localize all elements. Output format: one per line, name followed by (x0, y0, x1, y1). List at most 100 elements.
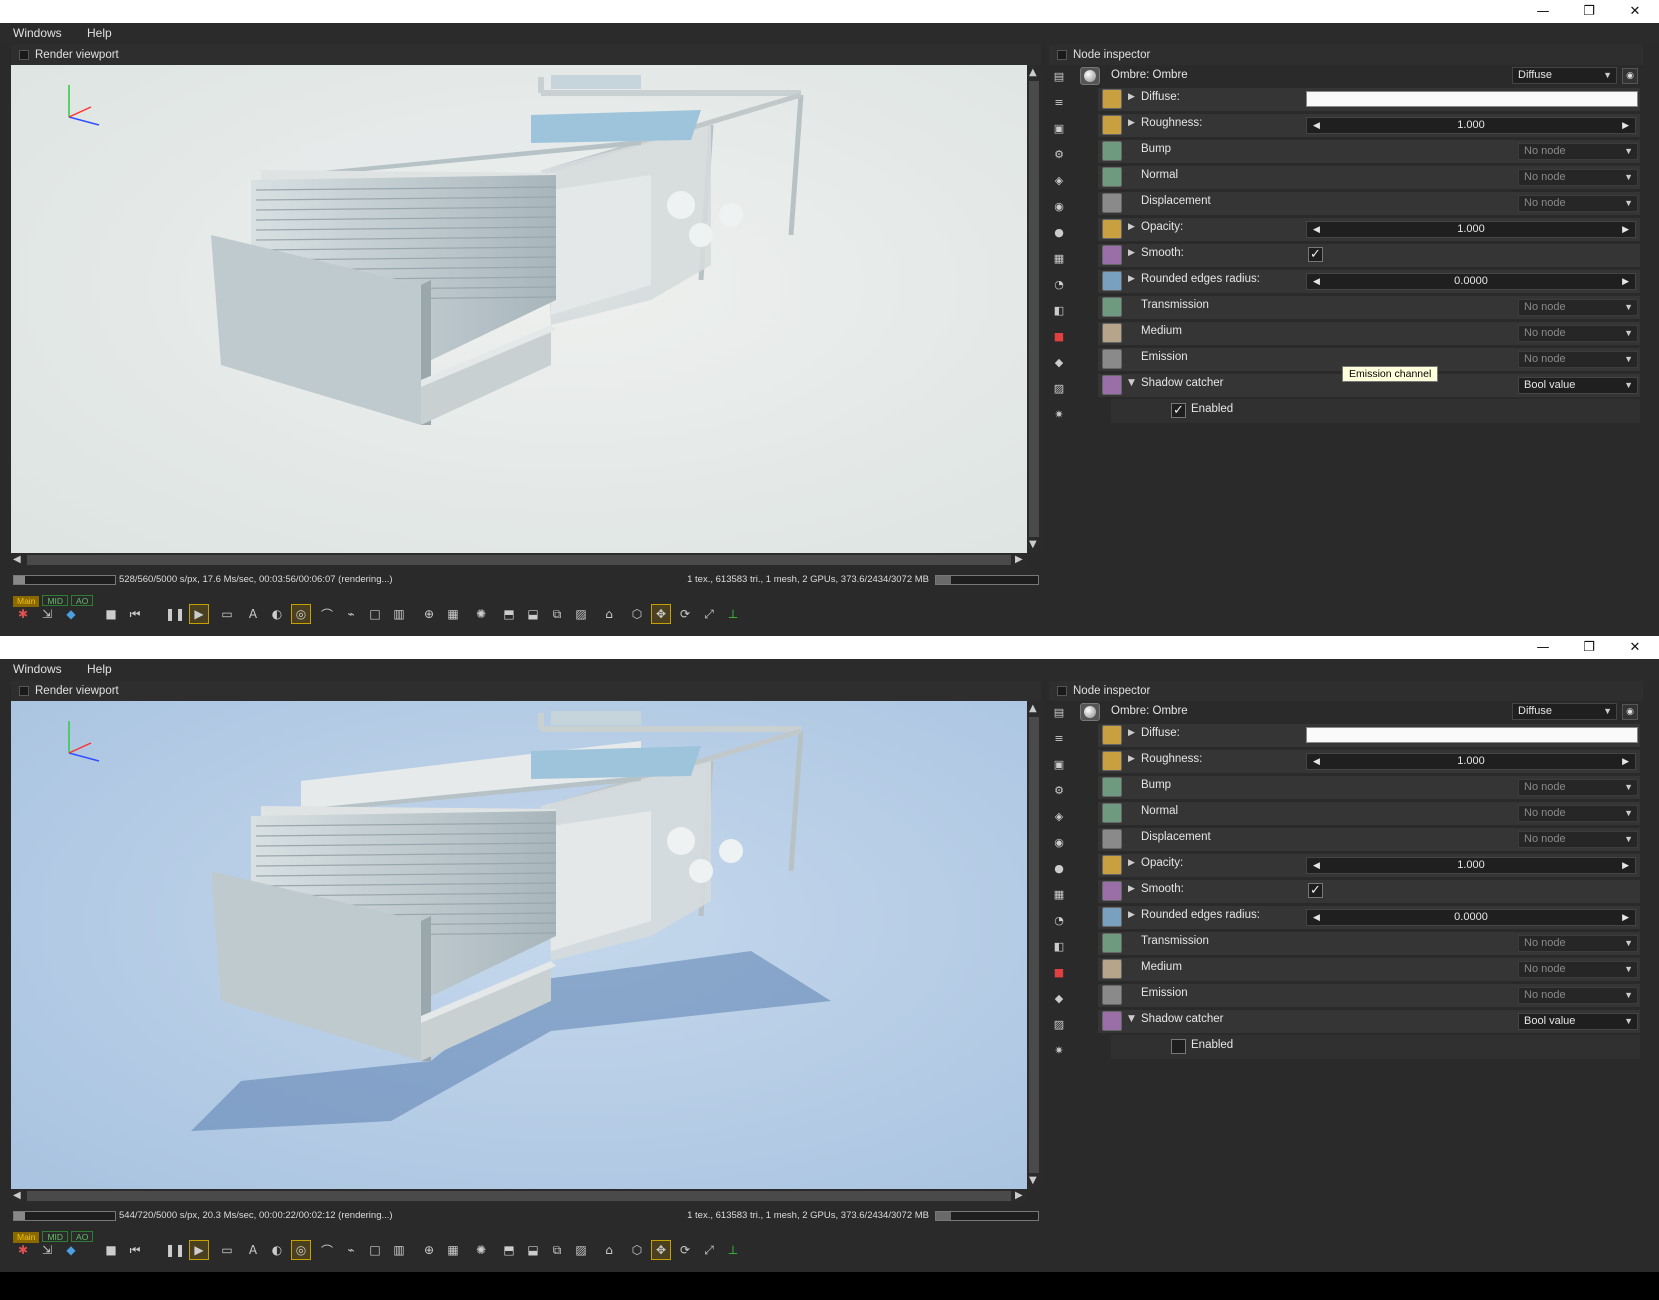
expand-right-icon[interactable]: ▶ (1128, 92, 1135, 102)
value-slider[interactable]: ◀ 0.0000 ▶ (1306, 909, 1636, 926)
pin-type-icon[interactable] (1102, 907, 1122, 927)
layers-icon[interactable]: ◆ (1051, 354, 1067, 370)
value-slider[interactable]: ◀ 0.0000 ▶ (1306, 273, 1636, 290)
pin-medium[interactable]: Medium No node ▼ (1098, 321, 1640, 345)
pin-bump[interactable]: Bump No node ▼ (1098, 139, 1640, 163)
focus-icon[interactable]: ◎ (291, 604, 311, 624)
image-icon[interactable]: ▣ (1051, 120, 1067, 136)
list-icon[interactable]: ≡ (1051, 730, 1067, 746)
increment-icon[interactable]: ▶ (1622, 274, 1629, 289)
node-type-select[interactable]: Diffuse ▼ (1512, 703, 1617, 720)
pin-type-icon[interactable] (1102, 985, 1122, 1005)
scroll-up-icon[interactable]: ▲ (1029, 703, 1037, 714)
node-type-select[interactable]: Diffuse ▼ (1512, 67, 1617, 84)
render-viewport[interactable] (11, 65, 1027, 553)
pin-displacement[interactable]: Displacement No node ▼ (1098, 827, 1640, 851)
render-region-icon[interactable]: ▦ (443, 1240, 463, 1260)
pin-type-icon[interactable] (1102, 245, 1122, 265)
fit-icon[interactable]: ⤢ (699, 604, 719, 624)
expand-down-icon[interactable]: ▼ (1128, 1014, 1135, 1024)
pin-opacity[interactable]: ▶ Opacity: ◀ 1.000 ▶ (1098, 853, 1640, 877)
pin-type-icon[interactable] (1102, 959, 1122, 979)
scroll-down-icon[interactable]: ▼ (1029, 1175, 1037, 1186)
image-icon[interactable]: ▣ (1051, 756, 1067, 772)
expand-right-icon[interactable]: ▶ (1128, 248, 1135, 258)
rotate-icon[interactable]: ⟳ (675, 604, 695, 624)
geometry-icon[interactable]: ◧ (1051, 938, 1067, 954)
zoom-icon[interactable]: ⊕ (419, 1240, 439, 1260)
pin-type-icon[interactable] (1102, 803, 1122, 823)
viewport-vertical-scrollbar[interactable]: ▲ ▼ (1027, 701, 1041, 1189)
pin-type-icon[interactable] (1102, 829, 1122, 849)
pin-type-icon[interactable] (1102, 167, 1122, 187)
environment-icon[interactable]: ◈ (1051, 808, 1067, 824)
menu-help[interactable]: Help (87, 26, 112, 40)
pin-bump[interactable]: Bump No node ▼ (1098, 775, 1640, 799)
pin-diffuse[interactable]: ▶ Diffuse: (1098, 723, 1640, 747)
close-button[interactable]: ✕ (1612, 636, 1658, 659)
film-icon[interactable]: ▥ (389, 1240, 409, 1260)
menu-windows[interactable]: Windows (13, 26, 62, 40)
copy-icon[interactable]: ⧉ (547, 1240, 567, 1260)
viewport-horizontal-scrollbar[interactable]: ◀ ▶ (11, 1189, 1027, 1203)
decrement-icon[interactable]: ◀ (1313, 910, 1320, 925)
kernel-icon[interactable]: ▦ (1051, 886, 1067, 902)
environment-icon[interactable]: ◈ (1051, 172, 1067, 188)
bool-value-select[interactable]: Bool value ▼ (1518, 377, 1638, 394)
increment-icon[interactable]: ▶ (1622, 858, 1629, 873)
pin-type-icon[interactable] (1102, 1011, 1122, 1031)
scroll-down-icon[interactable]: ▼ (1029, 539, 1037, 550)
bool-value-select[interactable]: Bool value ▼ (1518, 1013, 1638, 1030)
play-icon[interactable]: ▶ (189, 604, 209, 624)
box-icon[interactable]: ⬡ (627, 1240, 647, 1260)
time-icon[interactable]: ◔ (1051, 276, 1067, 292)
zoom-icon[interactable]: ⊕ (419, 604, 439, 624)
pin-type-icon[interactable] (1102, 777, 1122, 797)
menu-windows[interactable]: Windows (13, 662, 62, 676)
pin-opacity[interactable]: ▶ Opacity: ◀ 1.000 ▶ (1098, 217, 1640, 241)
pin-type-icon[interactable] (1102, 751, 1122, 771)
diffuse-color-swatch[interactable] (1306, 91, 1638, 107)
pin-type-icon[interactable] (1102, 933, 1122, 953)
expand-right-icon[interactable]: ▶ (1128, 728, 1135, 738)
panel-toggle-icon[interactable] (1057, 685, 1067, 696)
scroll-thumb[interactable] (27, 1191, 1011, 1201)
menu-help[interactable]: Help (87, 662, 112, 676)
node-select[interactable]: No node ▼ (1518, 325, 1638, 342)
pin-type-icon[interactable] (1102, 297, 1122, 317)
increment-icon[interactable]: ▶ (1622, 754, 1629, 769)
scroll-right-icon[interactable]: ▶ (1015, 554, 1023, 565)
kernel-icon[interactable]: ▦ (1051, 250, 1067, 266)
scroll-right-icon[interactable]: ▶ (1015, 1190, 1023, 1201)
render-target-icon[interactable]: ▤ (1051, 704, 1067, 720)
object-icon[interactable]: ■ (1051, 964, 1067, 980)
scroll-thumb[interactable] (1029, 81, 1039, 537)
material-icon[interactable]: ⌒ (317, 604, 337, 624)
panel-toggle-icon[interactable] (1057, 49, 1067, 60)
tonemap-icon[interactable]: ▨ (571, 1240, 591, 1260)
af-icon[interactable]: A (243, 604, 263, 624)
region-icon[interactable]: □ (365, 604, 385, 624)
material-icon[interactable]: ⌒ (317, 1240, 337, 1260)
layers-icon[interactable]: ◆ (1051, 990, 1067, 1006)
pin-roughness[interactable]: ▶ Roughness: ◀ 1.000 ▶ (1098, 113, 1640, 137)
imager-icon[interactable]: ▨ (1051, 380, 1067, 396)
node-select[interactable]: No node ▼ (1518, 805, 1638, 822)
pause-icon[interactable]: ❚❚ (165, 604, 185, 624)
imager-icon[interactable]: ▨ (1051, 1016, 1067, 1032)
sun-icon[interactable]: ✺ (471, 604, 491, 624)
play-icon[interactable]: ▶ (189, 1240, 209, 1260)
decrement-icon[interactable]: ◀ (1313, 274, 1320, 289)
object-icon[interactable]: ■ (1051, 328, 1067, 344)
color-icon[interactable]: ◐ (267, 1240, 287, 1260)
pin-type-icon[interactable] (1102, 323, 1122, 343)
smooth-checkbox[interactable]: ✓ (1308, 247, 1323, 262)
stop-icon[interactable]: ■ (101, 1240, 121, 1260)
pin-type-icon[interactable] (1102, 881, 1122, 901)
enabled-checkbox[interactable] (1171, 1039, 1186, 1054)
material-icon[interactable]: ● (1051, 224, 1067, 240)
copy-icon[interactable]: ⧉ (547, 604, 567, 624)
import-icon[interactable]: ⬓ (523, 604, 543, 624)
light-icon[interactable]: ✷ (1051, 406, 1067, 422)
pin-type-icon[interactable] (1102, 141, 1122, 161)
